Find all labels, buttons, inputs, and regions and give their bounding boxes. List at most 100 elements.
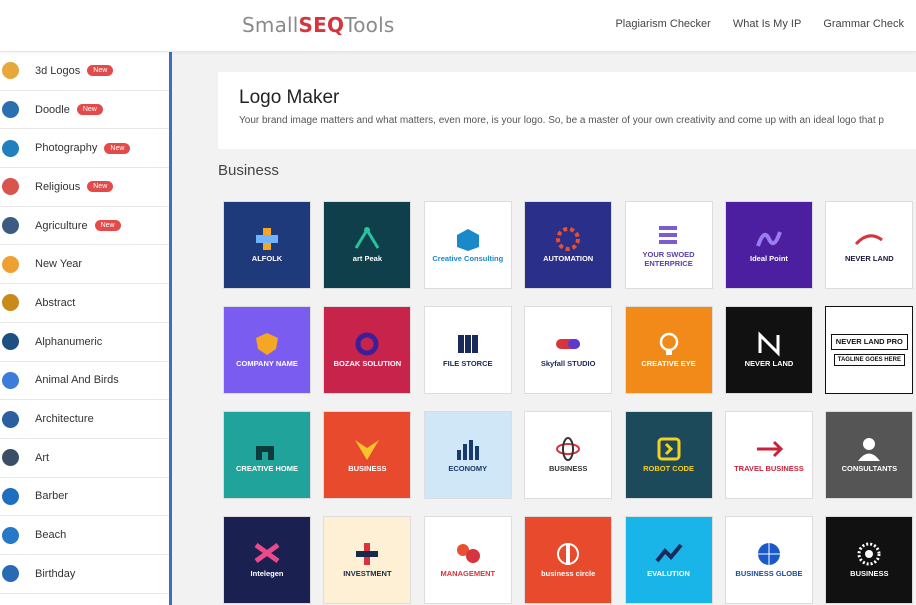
nav-what-is-my-ip[interactable]: What Is My IP <box>733 18 801 30</box>
logo-template-label: BUSINESS <box>850 569 889 579</box>
logo-template-tile[interactable]: FILE STORCE <box>423 306 512 394</box>
page-title: Logo Maker <box>239 87 340 108</box>
logo-text-seo: SEQ <box>298 13 345 37</box>
logo-template-tile[interactable]: Ideal Point <box>724 201 813 289</box>
sidebar-item-label: Agriculture <box>35 219 88 232</box>
sidebar-item-label: Photography <box>35 142 98 155</box>
sidebar-item-label: Beach <box>35 529 67 542</box>
logo-template-tile[interactable]: MANAGEMENT <box>423 516 512 604</box>
sidebar-item-label: Religious <box>35 180 81 193</box>
barber-icon <box>2 487 19 505</box>
logo-template-label: FILE STORCE <box>443 359 493 369</box>
plus-icon <box>252 226 282 252</box>
palette-icon <box>2 449 19 467</box>
logo-template-label: ALFOLK <box>251 254 283 264</box>
logo-template-tile[interactable]: COMPANY NAME <box>223 306 311 394</box>
building-icon <box>2 410 19 428</box>
logo-template-tagline: TAGLINE GOES HERE <box>833 353 905 367</box>
logo-template-tile[interactable]: BUSINESS <box>825 516 914 604</box>
infinity-icon <box>252 541 282 567</box>
logo-template-tile[interactable]: ROBOT CODE <box>624 411 713 499</box>
logo-template-label: TRAVEL BUSINESS <box>734 464 804 474</box>
logo-template-label: NEVER LAND <box>844 254 894 264</box>
sidebar-item-abstract[interactable]: Abstract <box>0 284 169 323</box>
religious-icon <box>2 178 19 196</box>
logo-template-tile[interactable]: Intelegen <box>223 516 311 604</box>
logo-template-label: CREATIVE EYE <box>641 359 696 369</box>
logo-template-tile[interactable]: CREATIVE EYE <box>624 306 713 394</box>
logo-template-tile[interactable]: BUSINESS GLOBE <box>724 516 813 604</box>
logo-template-tile[interactable]: EVALUTION <box>624 516 713 604</box>
logo-template-tile[interactable]: BUSINESS <box>524 411 613 499</box>
bars-icon <box>453 436 483 462</box>
logo-template-tile[interactable]: Skyfall STUDIO <box>524 306 613 394</box>
logo-template-tile[interactable]: Creative Consulting <box>423 201 512 289</box>
logo-template-tile[interactable]: ECONOMY <box>423 411 512 499</box>
logo-template-tile[interactable]: CONSULTANTS <box>825 411 914 499</box>
logo-template-label: ROBOT CODE <box>643 464 694 474</box>
pill-icon <box>553 331 583 357</box>
new-badge: New <box>94 220 121 232</box>
sidebar-item-barber[interactable]: Barber <box>0 478 169 517</box>
n-icon <box>754 331 784 357</box>
section-title: Business <box>218 162 279 179</box>
cube-icon <box>2 62 19 80</box>
logo-template-label: CREATIVE HOME <box>236 464 298 474</box>
sidebar-item-alphanumeric[interactable]: Alphanumeric <box>0 323 169 362</box>
sidebar-item-beach[interactable]: Beach <box>0 516 169 555</box>
camera-icon <box>2 139 19 157</box>
sidebar-item-3d-logos[interactable]: 3d Logos New <box>0 52 169 91</box>
code-icon <box>654 436 684 462</box>
sidebar-item-photography[interactable]: Photography New <box>0 129 169 169</box>
owl-icon <box>2 371 19 389</box>
sidebar-item-doodle[interactable]: Doodle New <box>0 91 169 130</box>
logo-template-label: art Peak <box>352 254 382 264</box>
logo-template-label: MANAGEMENT <box>440 569 496 579</box>
cross-icon <box>352 541 382 567</box>
logo-template-tile[interactable]: YOUR SWOED ENTERPRICE <box>624 201 713 289</box>
circle-icon <box>553 541 583 567</box>
intro-card: Logo Maker Your brand image matters and … <box>218 72 916 149</box>
logo-template-tile[interactable]: AUTOMATION <box>524 201 613 289</box>
logo-template-label: Ideal Point <box>749 254 788 264</box>
arrow-icon <box>654 541 684 567</box>
sidebar-item-new-year[interactable]: New Year <box>0 245 169 285</box>
logo-template-tile[interactable]: CREATIVE HOME <box>223 411 311 499</box>
logo-template-tile[interactable]: BUSINESS <box>323 411 412 499</box>
logo-template-tile[interactable]: ALFOLK <box>223 201 311 289</box>
logo-template-label: NEVER LAND <box>744 359 794 369</box>
sidebar-item-architecture[interactable]: Architecture <box>0 400 169 439</box>
nav-grammar-check[interactable]: Grammar Check <box>823 18 904 30</box>
new-badge: New <box>87 181 114 193</box>
sidebar-item-religious[interactable]: Religious New <box>0 168 169 207</box>
logo-template-label: YOUR SWOED ENTERPRICE <box>642 250 695 268</box>
logo-template-tile[interactable]: NEVER LAND PRO TAGLINE GOES HERE <box>825 306 914 394</box>
logo-template-tile[interactable]: TRAVEL BUSINESS <box>724 411 813 499</box>
logo-template-label: COMPANY NAME <box>236 359 298 369</box>
sidebar-item-label: Doodle <box>35 103 70 116</box>
sidebar-item-label: Animal And Birds <box>35 374 119 387</box>
logo-template-label: ECONOMY <box>448 464 488 474</box>
site-logo[interactable]: SmallSEQTools <box>242 13 395 37</box>
bulb-icon <box>654 331 684 357</box>
sidebar-item-birthday[interactable]: Birthday <box>0 555 169 594</box>
sidebar-item-agriculture[interactable]: Agriculture New <box>0 207 169 246</box>
globe-icon <box>754 541 784 567</box>
nav-plagiarism-checker[interactable]: Plagiarism Checker <box>615 18 710 30</box>
logo-template-tile[interactable]: NEVER LAND <box>825 201 914 289</box>
logo-template-tile[interactable]: art Peak <box>323 201 412 289</box>
logo-template-label: EVALUTION <box>647 569 690 579</box>
logo-template-label: Creative Consulting <box>432 254 504 264</box>
logo-template-tile[interactable]: NEVER LAND <box>724 306 813 394</box>
logo-template-label: BUSINESS <box>348 464 387 474</box>
doodle-icon <box>2 101 19 119</box>
logo-template-tile[interactable]: business circle <box>524 516 613 604</box>
sidebar-item-animal-and-birds[interactable]: Animal And Birds <box>0 362 169 401</box>
sidebar-item-label: Abstract <box>35 296 76 309</box>
sidebar-item-art[interactable]: Art <box>0 439 169 478</box>
logo-text-small: Small <box>242 13 299 37</box>
logo-template-tile[interactable]: BOZAK SOLUTION <box>323 306 412 394</box>
logo-template-tile[interactable]: INVESTMENT <box>323 516 412 604</box>
logo-template-label: business circle <box>541 569 596 579</box>
sidebar-item-label: Art <box>35 451 50 464</box>
